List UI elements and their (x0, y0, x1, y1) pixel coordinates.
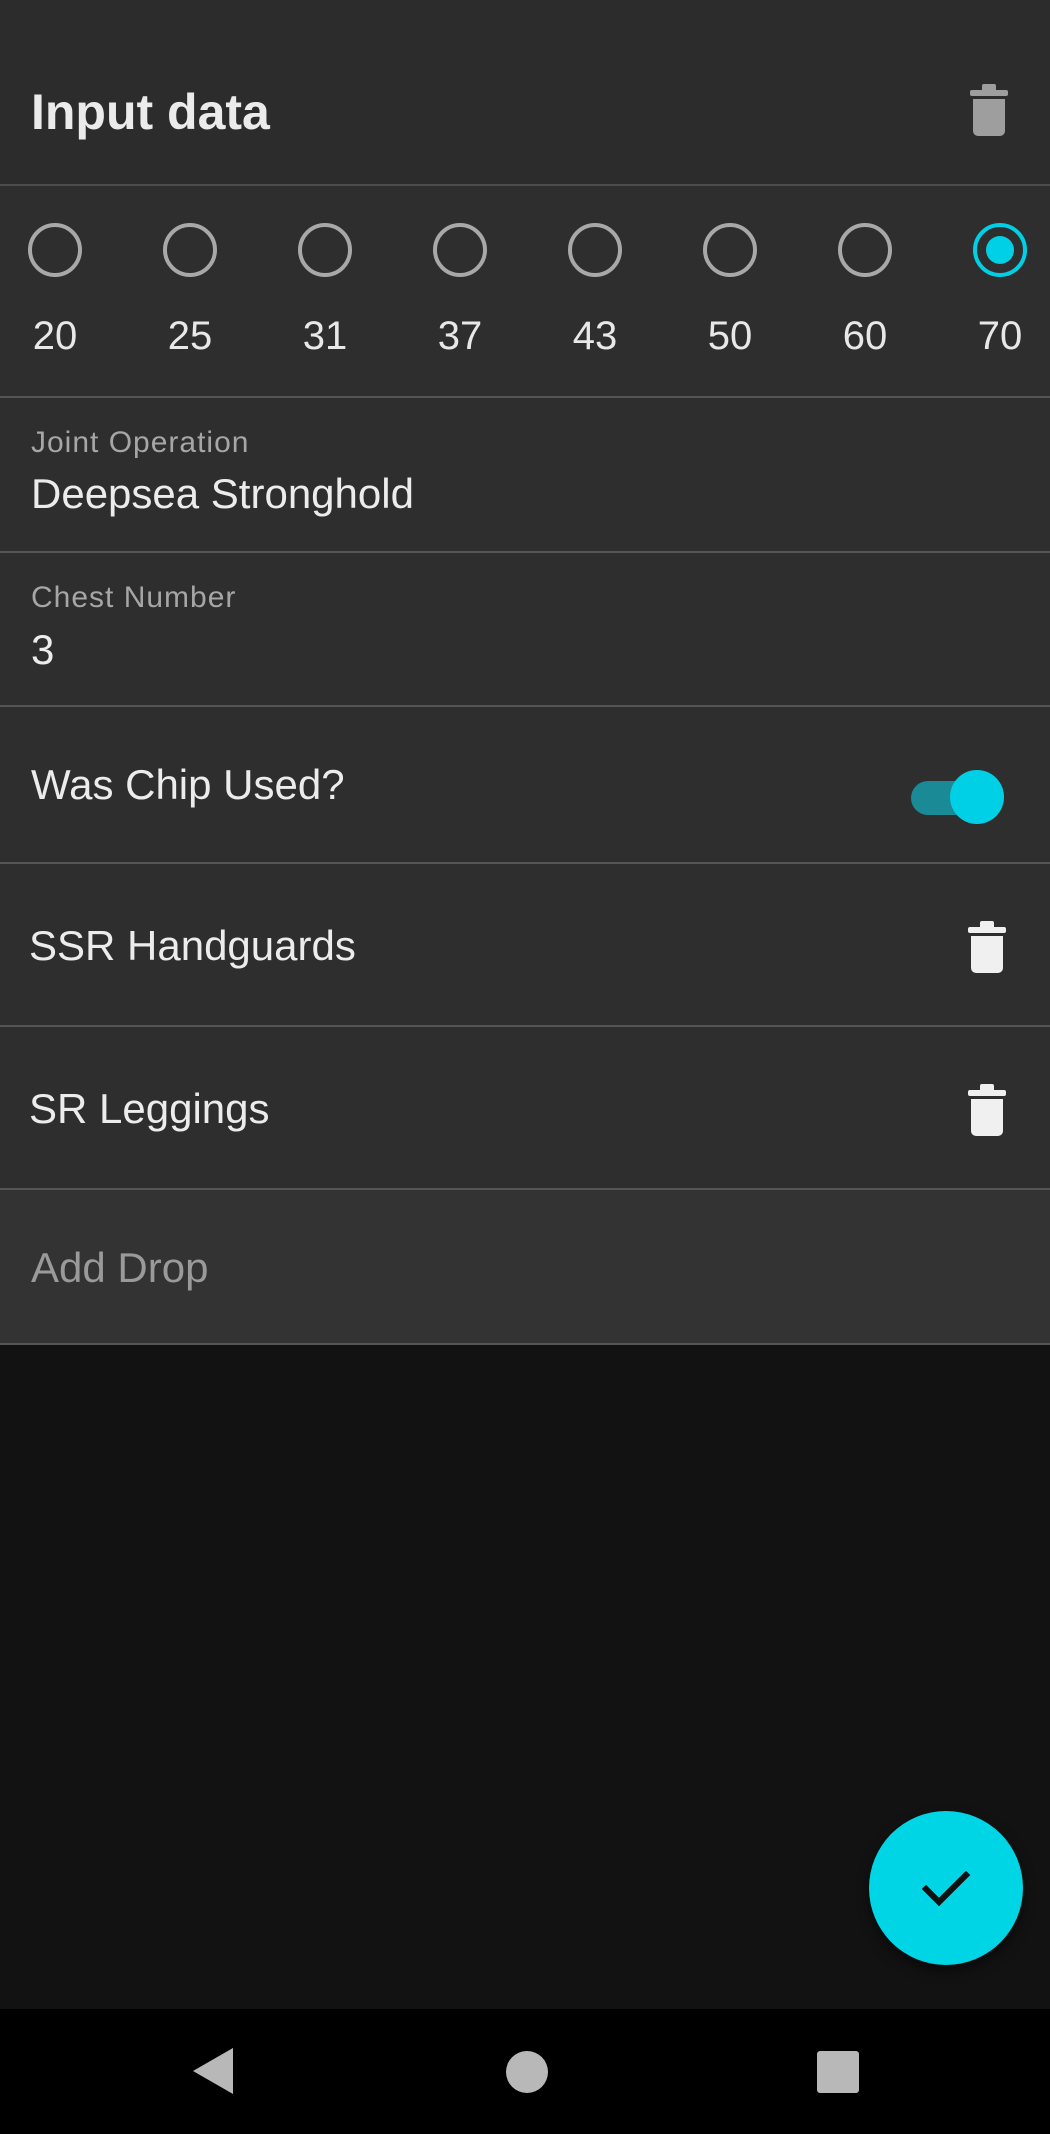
chest-number-value[interactable]: 3 (31, 624, 54, 676)
drop-item-name: SSR Handguards (29, 922, 356, 969)
radio-button[interactable] (703, 223, 757, 277)
radio-button[interactable] (568, 223, 622, 277)
drop-item: SSR Handguards (0, 864, 1050, 1027)
app-bar: Input data (0, 0, 1050, 186)
radio-option-70[interactable]: 70 (940, 186, 1050, 396)
radio-label: 25 (167, 314, 213, 358)
joint-operation-field[interactable]: Joint Operation Deepsea Stronghold (0, 398, 1050, 553)
confirm-button[interactable] (869, 1811, 1023, 1965)
radio-label: 50 (707, 314, 753, 358)
chip-used-toggle[interactable] (908, 766, 1004, 826)
radio-option-60[interactable]: 60 (805, 186, 925, 396)
recents-icon[interactable] (816, 2050, 860, 2094)
radio-option-20[interactable]: 20 (0, 186, 115, 396)
radio-button[interactable] (163, 223, 217, 277)
back-icon[interactable] (191, 2046, 235, 2096)
radio-label: 37 (437, 314, 483, 358)
chip-used-row: Was Chip Used? (0, 707, 1050, 864)
radio-label: 31 (302, 314, 348, 358)
trash-icon[interactable] (968, 1084, 1006, 1136)
radio-group: 20 25 31 37 43 50 60 70 (0, 186, 1050, 398)
radio-option-43[interactable]: 43 (535, 186, 655, 396)
radio-option-25[interactable]: 25 (130, 186, 250, 396)
radio-label: 60 (842, 314, 888, 358)
trash-icon[interactable] (970, 84, 1008, 136)
system-nav-bar (0, 2009, 1050, 2134)
chest-number-field[interactable]: Chest Number 3 (0, 553, 1050, 707)
joint-operation-label: Joint Operation (31, 426, 250, 459)
add-drop-input[interactable]: Add Drop (0, 1190, 1050, 1345)
radio-button[interactable] (838, 223, 892, 277)
check-icon (921, 1870, 971, 1907)
radio-button[interactable] (433, 223, 487, 277)
chip-used-label: Was Chip Used? (31, 761, 345, 808)
radio-option-37[interactable]: 37 (400, 186, 520, 396)
radio-option-50[interactable]: 50 (670, 186, 790, 396)
trash-icon[interactable] (968, 921, 1006, 973)
radio-button-selected[interactable] (973, 223, 1027, 277)
radio-button[interactable] (28, 223, 82, 277)
radio-label: 20 (32, 314, 78, 358)
radio-label: 43 (572, 314, 618, 358)
joint-operation-value[interactable]: Deepsea Stronghold (31, 468, 414, 520)
drop-item-name: SR Leggings (29, 1085, 270, 1132)
home-icon[interactable] (505, 2050, 549, 2094)
radio-option-31[interactable]: 31 (265, 186, 385, 396)
radio-label: 70 (977, 314, 1023, 358)
toggle-thumb (950, 770, 1004, 824)
add-drop-placeholder: Add Drop (31, 1244, 209, 1291)
screen: Input data 20 25 31 37 43 50 60 70 Joint… (0, 0, 1050, 2134)
chest-number-label: Chest Number (31, 581, 237, 614)
page-title: Input data (31, 84, 270, 140)
drop-item: SR Leggings (0, 1027, 1050, 1190)
radio-button[interactable] (298, 223, 352, 277)
